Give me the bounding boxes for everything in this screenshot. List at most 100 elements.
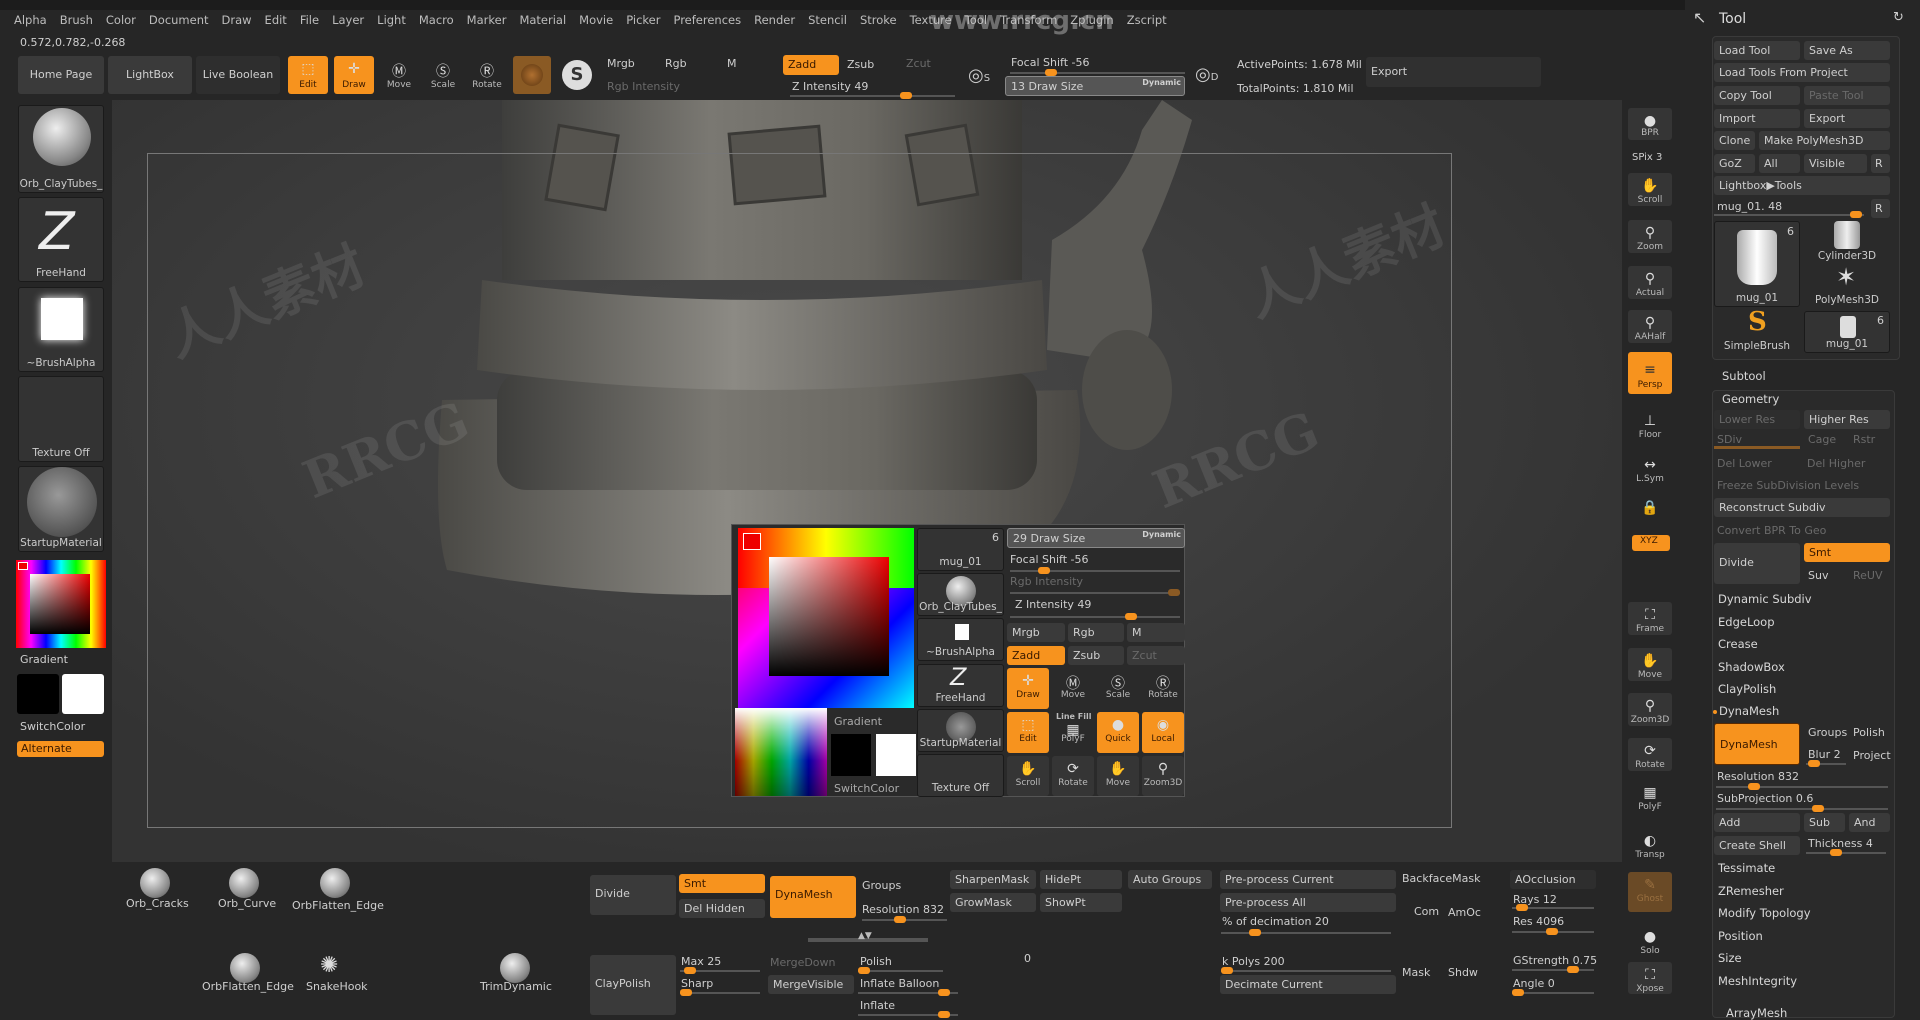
bottom-dynamesh-button[interactable]: DynaMesh (770, 876, 856, 918)
xyz-button[interactable]: XYZ (1632, 535, 1670, 551)
solo-button[interactable]: ● Solo (1628, 924, 1672, 956)
convert-bpr-button[interactable]: Convert BPR To Geo (1717, 524, 1826, 537)
material-tile[interactable]: StartupMaterial (18, 466, 104, 552)
popup-draw-button[interactable]: ✛ Draw (1007, 668, 1049, 709)
clone-button[interactable]: Clone (1714, 131, 1755, 150)
menu-stencil[interactable]: Stencil (808, 13, 847, 27)
preprocess-current-button[interactable]: Pre-process Current (1220, 870, 1396, 889)
edit-button[interactable]: ⬚ Edit (288, 56, 328, 94)
menu-movie[interactable]: Movie (579, 13, 613, 27)
max-slider[interactable] (680, 967, 760, 974)
make-polymesh3d-button[interactable]: Make PolyMesh3D (1759, 131, 1890, 150)
lightbox-tools-button[interactable]: Lightbox▶Tools (1714, 176, 1890, 195)
popup-gradient-label[interactable]: Gradient (834, 715, 882, 728)
brush-orbflatten-edge[interactable]: OrbFlatten_Edge (292, 899, 384, 912)
popup-move-button[interactable]: Ⓜ Move (1052, 668, 1094, 709)
brush-trimdynamic[interactable]: TrimDynamic (480, 980, 552, 993)
tool-thumb-cylinder[interactable]: Cylinder3D (1804, 221, 1890, 264)
sdiv-slider[interactable]: SDiv (1717, 433, 1742, 446)
actual-button[interactable]: ⚲ Actual (1628, 266, 1672, 299)
popup-material-tile[interactable]: StartupMaterial (917, 709, 1004, 752)
higher-res-button[interactable]: Higher Res (1804, 410, 1890, 429)
preprocess-all-button[interactable]: Pre-process All (1220, 893, 1396, 912)
popup-local-button[interactable]: ◉ Local (1142, 712, 1184, 753)
mrgb-toggle[interactable]: Mrgb (607, 57, 635, 70)
bottom-resolution-slider[interactable] (862, 916, 947, 923)
draw-button[interactable]: ✛ Draw (334, 56, 374, 94)
brush-orbflatten-edge-2[interactable]: OrbFlatten_Edge (202, 980, 294, 993)
subtool-section[interactable]: Subtool (1722, 369, 1766, 383)
lower-res-button[interactable]: Lower Res (1714, 410, 1800, 429)
decimate-current-button[interactable]: Decimate Current (1220, 975, 1396, 994)
inflate-slider[interactable] (858, 1011, 958, 1018)
dynamic-toggle[interactable]: Dynamic (1142, 78, 1181, 87)
rstr-button[interactable]: Rstr (1853, 433, 1875, 446)
amoc-toggle[interactable]: AmOc (1448, 906, 1481, 919)
com-toggle[interactable]: Com (1414, 905, 1439, 918)
popup-scroll-button[interactable]: ✋ Scroll (1007, 756, 1049, 796)
showpt-button[interactable]: ShowPt (1040, 893, 1122, 912)
menu-transform[interactable]: Transform (1000, 13, 1057, 27)
popup-stroke-tile[interactable]: Z FreeHand (917, 664, 1004, 707)
import-button[interactable]: Import (1714, 109, 1800, 128)
popup-primary-swatch[interactable] (831, 734, 871, 776)
paste-tool-button[interactable]: Paste Tool (1804, 86, 1890, 105)
popup-tool-tile[interactable]: 6 mug_01 (917, 528, 1004, 571)
angle-slider[interactable] (1512, 989, 1594, 996)
popup-rotate-view-button[interactable]: ⟳ Rotate (1052, 756, 1094, 796)
popup-m[interactable]: M (1127, 623, 1185, 642)
lsym-button[interactable]: ↔ L.Sym (1628, 452, 1672, 484)
color-saturation-square[interactable] (30, 574, 90, 634)
home-page-button[interactable]: Home Page (18, 56, 104, 94)
menu-brush[interactable]: Brush (60, 13, 93, 27)
secondary-color-swatch[interactable] (62, 674, 104, 714)
d-icon[interactable]: ◎D (1195, 64, 1218, 85)
ghost-button[interactable]: ✎ Ghost (1628, 872, 1672, 912)
size-section[interactable]: Size (1718, 951, 1742, 965)
suv-toggle[interactable]: Suv (1808, 569, 1828, 582)
popup-rgb[interactable]: Rgb (1068, 623, 1124, 642)
alternate-button[interactable]: Alternate (17, 741, 104, 757)
tool-thumb-simplebrush[interactable]: S SimpleBrush (1714, 309, 1800, 354)
create-shell-button[interactable]: Create Shell (1714, 836, 1800, 855)
popup-focal-shift[interactable]: Focal Shift -56 (1010, 553, 1088, 566)
popup-saturation-square[interactable] (769, 557, 889, 676)
shelf-collapse-arrows[interactable]: ▲▼ (808, 931, 928, 942)
rotate-view-button[interactable]: ⟳ Rotate (1628, 738, 1672, 771)
menu-file[interactable]: File (300, 13, 319, 27)
del-lower-button[interactable]: Del Lower (1717, 457, 1772, 470)
floor-button[interactable]: ⊥ Floor (1628, 408, 1672, 440)
add-button[interactable]: Add (1714, 813, 1800, 832)
inflate-balloon-slider[interactable] (858, 989, 958, 996)
geometry-section[interactable]: Geometry (1722, 392, 1779, 406)
popup-polyf-button[interactable]: Line Fill ▦ PolyF (1052, 712, 1094, 753)
stroke-s-icon[interactable]: S (562, 60, 592, 90)
rgb-intensity-slider[interactable]: Rgb Intensity (607, 80, 680, 93)
copy-tool-button[interactable]: Copy Tool (1714, 86, 1800, 105)
aocclusion-button[interactable]: AOcclusion (1510, 870, 1596, 889)
alpha-tile[interactable]: ~BrushAlpha (18, 287, 104, 372)
meshintegrity-section[interactable]: MeshIntegrity (1718, 974, 1797, 988)
menu-draw[interactable]: Draw (222, 13, 252, 27)
draw-size-slider[interactable]: 13 Draw Size Dynamic (1005, 76, 1185, 96)
popup-hue-picker[interactable] (738, 528, 914, 708)
load-tool-button[interactable]: Load Tool (1714, 41, 1800, 60)
lightbox-button[interactable]: LightBox (108, 56, 192, 94)
auto-groups-button[interactable]: Auto Groups (1128, 870, 1212, 889)
resolution-slider[interactable] (1716, 783, 1888, 790)
popup-zadd[interactable]: Zadd (1007, 646, 1065, 665)
goz-all-button[interactable]: All (1759, 154, 1800, 173)
brush-snakehook[interactable]: SnakeHook (306, 980, 368, 993)
res-slider[interactable] (1512, 928, 1594, 935)
persp-button[interactable]: ≡ Persp (1628, 352, 1672, 394)
bottom-divide-button[interactable]: Divide (590, 875, 676, 915)
menu-zscript[interactable]: Zscript (1127, 13, 1167, 27)
reuv-button[interactable]: ReUV (1853, 569, 1883, 582)
rgb-toggle[interactable]: Rgb (665, 57, 687, 70)
zadd-toggle[interactable]: Zadd (783, 55, 839, 75)
menu-document[interactable]: Document (149, 13, 209, 27)
gstrength-slider[interactable] (1512, 966, 1594, 973)
polish-slider[interactable] (858, 967, 943, 974)
spix-slider[interactable]: SPix 3 (1632, 152, 1662, 163)
lock-button[interactable]: 🔒 (1628, 495, 1672, 525)
